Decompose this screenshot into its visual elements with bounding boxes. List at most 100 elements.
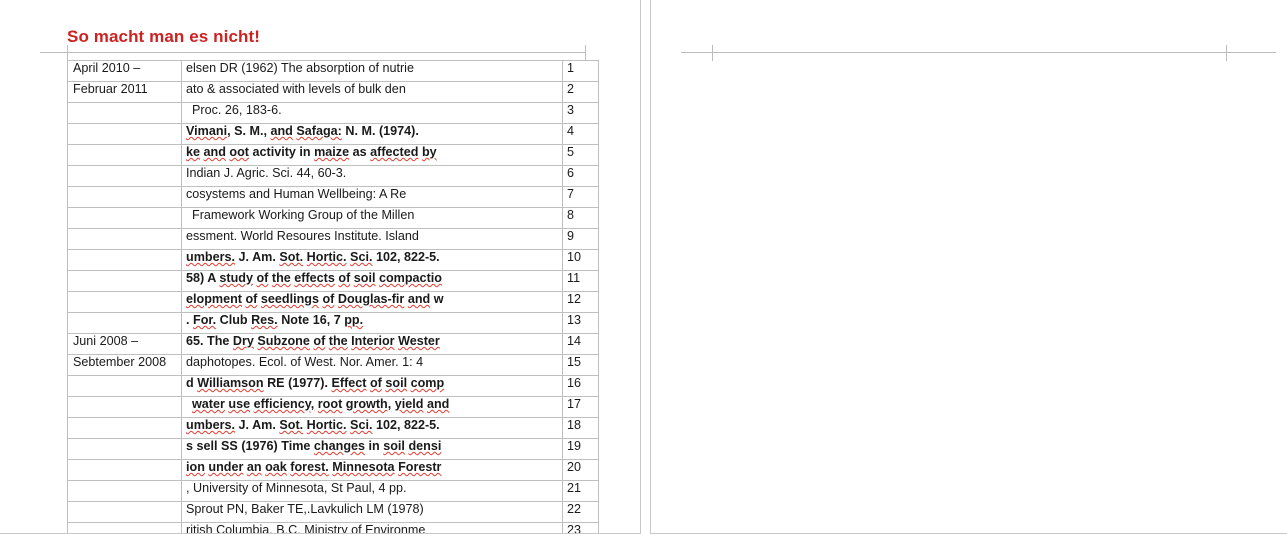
table-row: essment. World Resoures Institute. Islan… bbox=[68, 229, 599, 250]
cell-number: 3 bbox=[563, 103, 599, 124]
spellcheck-underline: Hortic. bbox=[307, 250, 347, 264]
cell-number: 9 bbox=[563, 229, 599, 250]
cell-date: Sebtember 2008 bbox=[68, 355, 182, 376]
spellcheck-underline: affected bbox=[370, 145, 418, 159]
cell-date bbox=[68, 103, 182, 124]
cell-date bbox=[68, 460, 182, 481]
cell-text: Vimani, S. M., and Safaga: N. M. (1974). bbox=[182, 124, 563, 145]
guide-line-horizontal-right bbox=[681, 52, 1276, 53]
spellcheck-underline: Douglas-fir bbox=[338, 292, 404, 306]
table-row: s sell SS (1976) Time changes in soil de… bbox=[68, 439, 599, 460]
spellcheck-underline: the bbox=[329, 334, 348, 348]
spellcheck-underline: of bbox=[338, 271, 350, 285]
cell-number: 17 bbox=[563, 397, 599, 418]
cell-text: , University of Minnesota, St Paul, 4 pp… bbox=[182, 481, 563, 502]
cell-text: 58) A study of the effects of soil compa… bbox=[182, 271, 563, 292]
spellcheck-underline: use bbox=[228, 397, 250, 411]
table-row: ion under an oak forest. Minnesota Fores… bbox=[68, 460, 599, 481]
spellcheck-underline: by bbox=[422, 145, 437, 159]
cell-number: 23 bbox=[563, 523, 599, 534]
spellcheck-underline: ke bbox=[186, 145, 200, 159]
cell-date bbox=[68, 166, 182, 187]
table-row: Indian J. Agric. Sci. 44, 60-3.6 bbox=[68, 166, 599, 187]
cell-date bbox=[68, 397, 182, 418]
spellcheck-underline: seedlings bbox=[261, 292, 319, 306]
table-row: 58) A study of the effects of soil compa… bbox=[68, 271, 599, 292]
spellcheck-underline: Interior bbox=[351, 334, 394, 348]
spellcheck-underline: Dry bbox=[233, 334, 254, 348]
cell-date bbox=[68, 439, 182, 460]
cell-date bbox=[68, 313, 182, 334]
spellcheck-underline: soil bbox=[354, 271, 376, 285]
table-row: water use efficiency, root growth, yield… bbox=[68, 397, 599, 418]
cell-text: water use efficiency, root growth, yield… bbox=[182, 397, 563, 418]
spellcheck-underline: yield bbox=[395, 397, 424, 411]
spellcheck-underline: For. bbox=[193, 313, 216, 327]
spellcheck-underline: of bbox=[313, 334, 325, 348]
spellcheck-underline: Res. bbox=[251, 313, 278, 327]
spellcheck-underline: the bbox=[272, 271, 291, 285]
cell-date bbox=[68, 250, 182, 271]
cell-date bbox=[68, 523, 182, 534]
guide-line-vertical-end-left bbox=[585, 45, 586, 61]
cell-text: . For. Club Res. Note 16, 7 pp. bbox=[182, 313, 563, 334]
spellcheck-underline: an bbox=[247, 460, 262, 474]
cell-text: s sell SS (1976) Time changes in soil de… bbox=[182, 439, 563, 460]
document-page-right: So kann man es machen! April 2010 –Febru… bbox=[650, 0, 1287, 534]
cell-text: ritish Columbia. B.C. Ministry of Enviro… bbox=[182, 523, 563, 534]
cell-date bbox=[68, 124, 182, 145]
table-row: Vimani, S. M., and Safaga: N. M. (1974).… bbox=[68, 124, 599, 145]
cell-date bbox=[68, 502, 182, 523]
spellcheck-underline: Sot. bbox=[279, 250, 303, 264]
table-row: . For. Club Res. Note 16, 7 pp.13 bbox=[68, 313, 599, 334]
cell-number: 6 bbox=[563, 166, 599, 187]
spellcheck-underline: Sci. bbox=[350, 418, 372, 432]
guide-line-horizontal-left bbox=[40, 52, 585, 53]
cell-date bbox=[68, 187, 182, 208]
spellcheck-underline: forest. bbox=[290, 460, 329, 474]
table-row: Sebtember 2008daphotopes. Ecol. of West.… bbox=[68, 355, 599, 376]
cell-date bbox=[68, 292, 182, 313]
cell-text: 65. The Dry Subzone of the Interior West… bbox=[182, 334, 563, 355]
cell-number: 1 bbox=[563, 61, 599, 82]
cell-text: elsen DR (1962) The absorption of nutrie bbox=[182, 61, 563, 82]
cell-text: ion under an oak forest. Minnesota Fores… bbox=[182, 460, 563, 481]
cell-text: cosystems and Human Wellbeing: A Re bbox=[182, 187, 563, 208]
cell-text: Indian J. Agric. Sci. 44, 60-3. bbox=[182, 166, 563, 187]
cell-number: 20 bbox=[563, 460, 599, 481]
spellcheck-underline: Williamson bbox=[197, 376, 263, 390]
cell-number: 2 bbox=[563, 82, 599, 103]
spellcheck-underline: Subzone bbox=[257, 334, 309, 348]
spellcheck-underline: and bbox=[427, 397, 449, 411]
spellcheck-underline: of bbox=[245, 292, 257, 306]
spellcheck-underline: ion bbox=[186, 460, 205, 474]
table-row: Februar 2011ato & associated with levels… bbox=[68, 82, 599, 103]
spellcheck-underline: maize bbox=[314, 145, 349, 159]
table-row: ritish Columbia. B.C. Ministry of Enviro… bbox=[68, 523, 599, 534]
cell-text: umbers. J. Am. Sot. Hortic. Sci. 102, 82… bbox=[182, 418, 563, 439]
spellcheck-underline: under bbox=[208, 460, 243, 474]
spellcheck-underline: Vimani, bbox=[186, 124, 231, 138]
cell-number: 11 bbox=[563, 271, 599, 292]
cell-number: 14 bbox=[563, 334, 599, 355]
cell-number: 5 bbox=[563, 145, 599, 166]
spellcheck-underline: comp bbox=[411, 376, 445, 390]
spellcheck-underline: Hortic. bbox=[307, 418, 347, 432]
cell-date bbox=[68, 418, 182, 439]
spellcheck-underline: and bbox=[270, 124, 292, 138]
spellcheck-underline: root bbox=[318, 397, 342, 411]
spellcheck-underline: and bbox=[408, 292, 430, 306]
table-row: Framework Working Group of the Millen8 bbox=[68, 208, 599, 229]
cell-text: ke and oot activity in maize as affected… bbox=[182, 145, 563, 166]
reference-table-bad: April 2010 –elsen DR (1962) The absorpti… bbox=[67, 60, 599, 534]
spellcheck-underline: soil bbox=[383, 439, 405, 453]
cell-text: Proc. 26, 183-6. bbox=[182, 103, 563, 124]
cell-number: 19 bbox=[563, 439, 599, 460]
table-row: elopment of seedlings of Douglas-fir and… bbox=[68, 292, 599, 313]
spellcheck-underline: and bbox=[204, 145, 226, 159]
cell-date bbox=[68, 376, 182, 397]
spellcheck-underline: of bbox=[322, 292, 334, 306]
spellcheck-underline: water bbox=[192, 397, 225, 411]
table-row: Sprout PN, Baker TE,.Lavkulich LM (1978)… bbox=[68, 502, 599, 523]
spellcheck-underline: oot bbox=[229, 145, 249, 159]
